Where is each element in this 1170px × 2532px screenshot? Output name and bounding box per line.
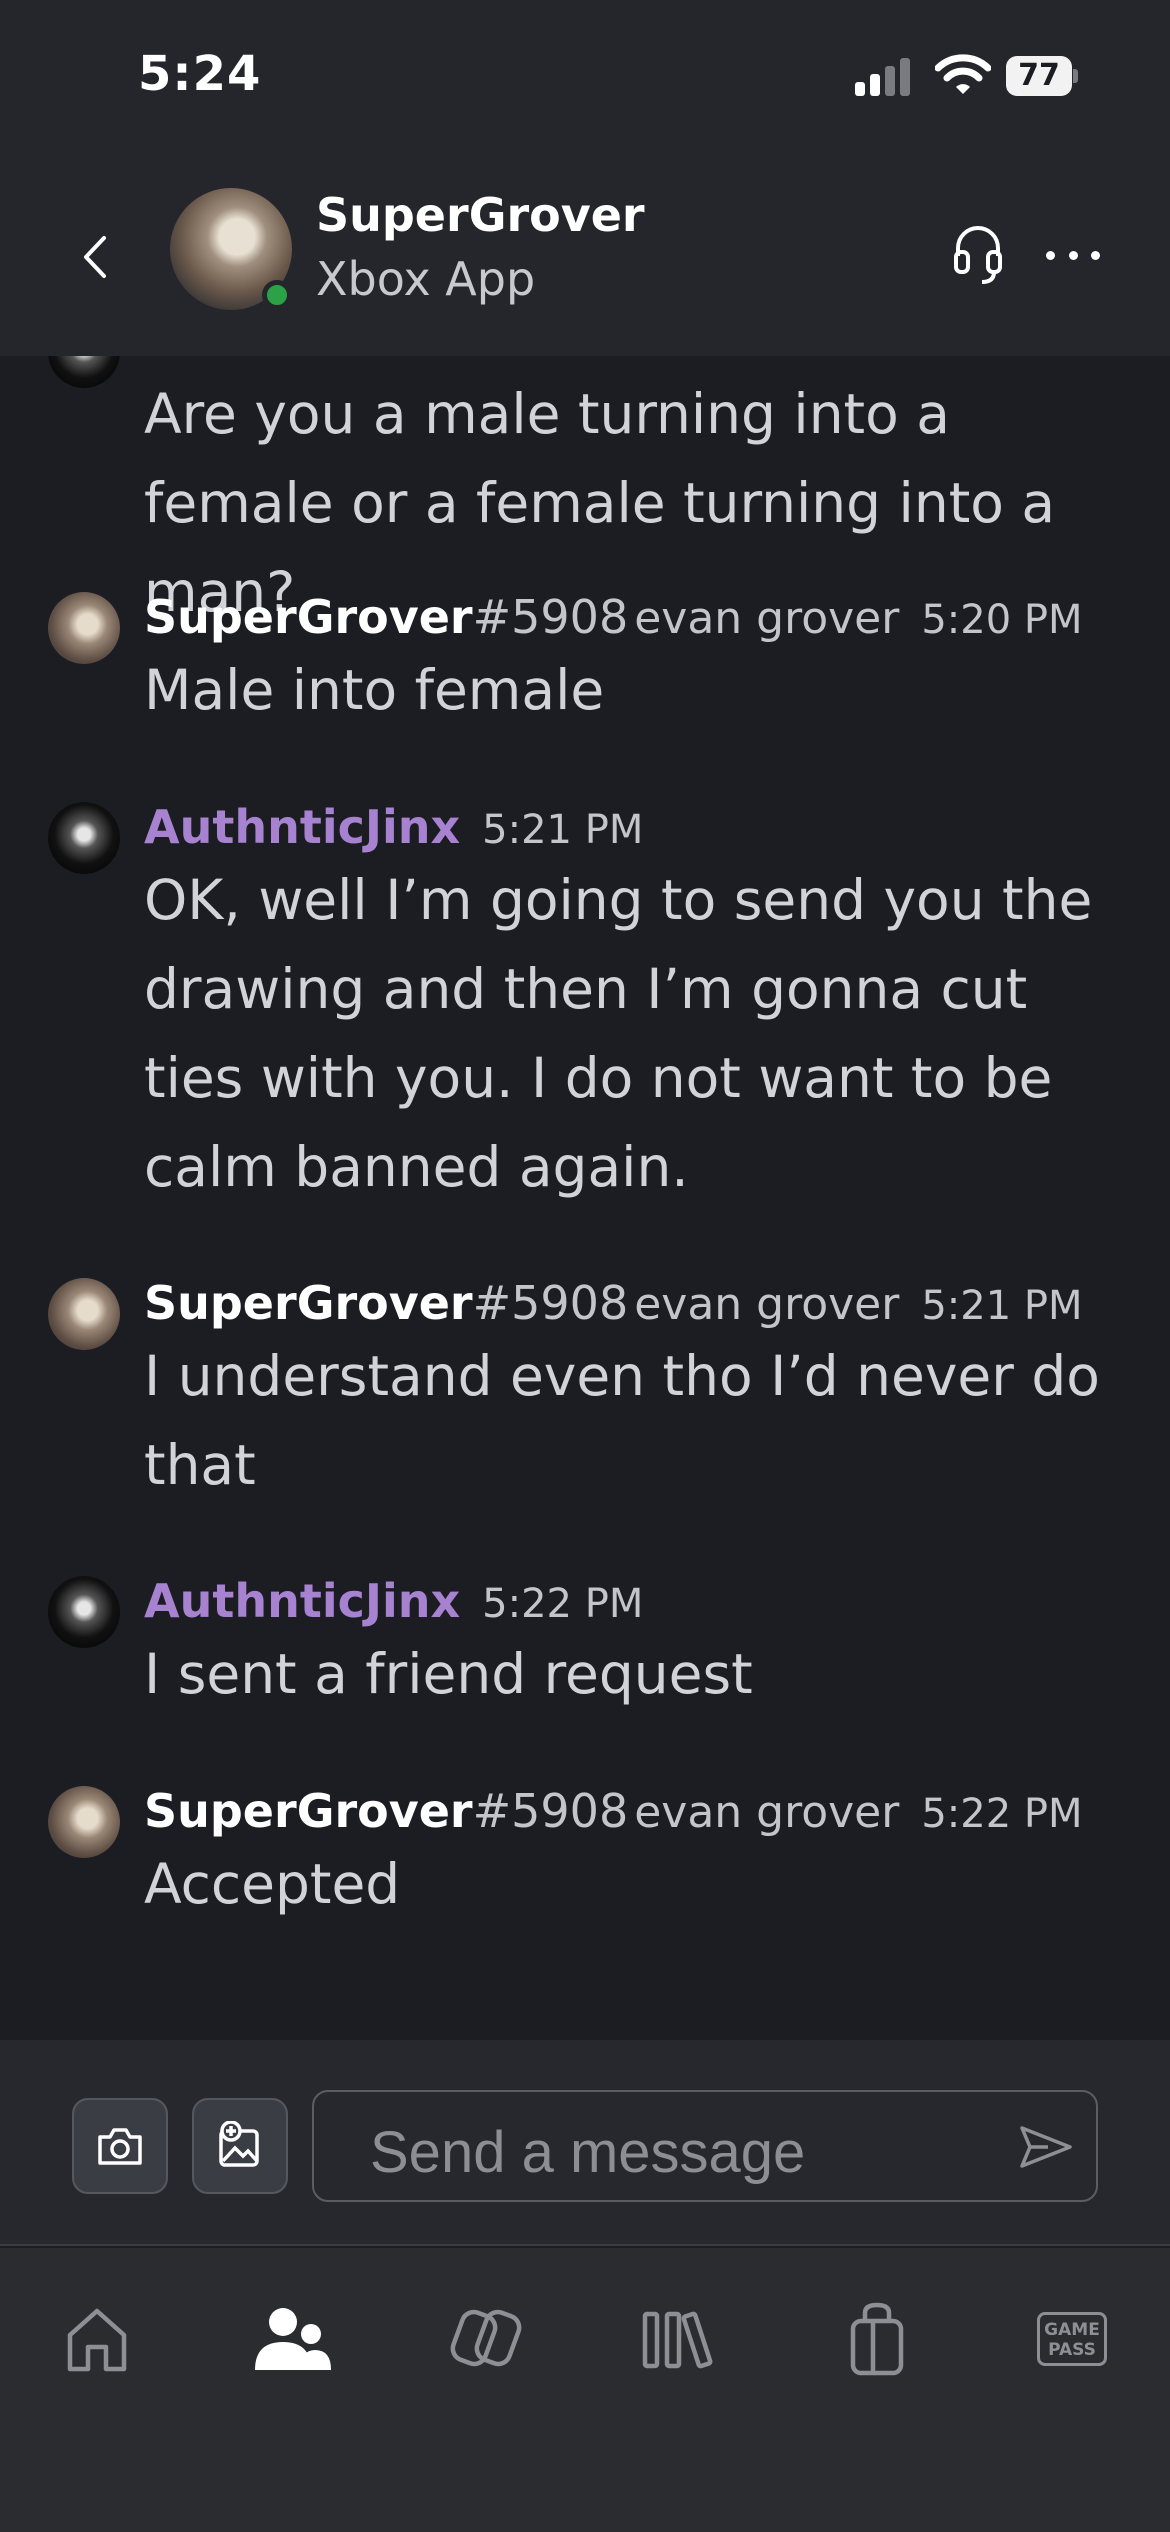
contact-subtitle: Xbox App	[316, 252, 536, 306]
message-input[interactable]	[312, 2090, 1098, 2202]
social-icon	[450, 2309, 522, 2367]
send-icon[interactable]	[1018, 2122, 1074, 2172]
status-time: 5:24	[138, 46, 262, 102]
conversation-header: SuperGrover Xbox App	[0, 160, 1170, 356]
message-time: 5:20 PM	[921, 597, 1083, 643]
gamertag-suffix: #5908	[472, 1784, 629, 1838]
add-image-icon	[219, 2121, 259, 2167]
nav-store[interactable]	[832, 2294, 922, 2384]
more-options-button[interactable]	[1046, 230, 1100, 280]
sender-avatar[interactable]	[48, 1576, 120, 1648]
add-image-button[interactable]	[192, 2098, 288, 2194]
store-icon	[850, 2302, 904, 2376]
dot-icon	[1068, 250, 1078, 260]
sender-name[interactable]: AuthnticJinx	[144, 800, 460, 854]
message-time: 5:21 PM	[921, 1283, 1083, 1329]
message-header: AuthnticJinx 5:22 PM	[144, 1574, 643, 1628]
message-body: Accepted	[144, 1852, 401, 1916]
message-body: I sent a friend request	[144, 1642, 753, 1706]
contact-name[interactable]: SuperGrover	[316, 188, 645, 242]
message-body: I understand even tho I’d never do that	[144, 1344, 1100, 1497]
status-bar: 5:24 77	[0, 0, 1170, 160]
real-name: evan grover	[634, 1787, 900, 1838]
message-header: SuperGrover#5908 evan grover 5:20 PM	[144, 590, 1083, 644]
real-name: evan grover	[634, 1279, 900, 1330]
message-header: AuthnticJinx 5:21 PM	[144, 800, 643, 854]
camera-icon	[98, 2128, 142, 2165]
sender-avatar[interactable]	[48, 802, 120, 874]
nav-social[interactable]	[442, 2294, 532, 2384]
battery-level: 77	[1006, 56, 1072, 96]
message-body: OK, well I’m going to send you the drawi…	[144, 868, 1093, 1199]
presence-online-indicator	[262, 280, 292, 310]
message-composer	[0, 2040, 1170, 2246]
battery-icon: 77	[1006, 56, 1078, 96]
message-time: 5:22 PM	[921, 1791, 1083, 1837]
gamertag-suffix: #5908	[472, 590, 629, 644]
message-list[interactable]: Are you a male turning into a female or …	[0, 356, 1170, 2040]
sender-avatar[interactable]	[48, 1786, 120, 1858]
friends-icon	[255, 2308, 331, 2370]
bottom-navigation: GAME PASS	[0, 2248, 1170, 2532]
message-header: SuperGrover#5908 evan grover 5:22 PM	[144, 1784, 1083, 1838]
message-time: 5:21 PM	[482, 807, 644, 853]
sender-avatar[interactable]	[48, 1278, 120, 1350]
message-header: SuperGrover#5908 evan grover 5:21 PM	[144, 1276, 1083, 1330]
nav-library[interactable]	[636, 2294, 726, 2384]
sender-name[interactable]: SuperGrover	[144, 1276, 473, 1330]
gamertag-suffix: #5908	[472, 1276, 629, 1330]
dot-icon	[1046, 250, 1055, 260]
library-icon	[642, 2311, 713, 2369]
wifi-icon	[935, 54, 991, 94]
game-pass-icon: GAME PASS	[1037, 2312, 1107, 2366]
sender-name[interactable]: AuthnticJinx	[144, 1574, 460, 1628]
real-name: evan grover	[634, 593, 900, 644]
nav-home[interactable]	[52, 2294, 142, 2384]
message-body: Male into female	[144, 658, 605, 722]
sender-name[interactable]: SuperGrover	[144, 590, 473, 644]
cellular-signal-icon	[855, 58, 915, 96]
message-time: 5:22 PM	[482, 1581, 644, 1627]
nav-friends[interactable]	[247, 2294, 337, 2384]
chevron-left-icon	[84, 236, 106, 278]
nav-game-pass[interactable]: GAME PASS	[1027, 2294, 1117, 2384]
back-button[interactable]	[70, 222, 120, 292]
camera-button[interactable]	[72, 2098, 168, 2194]
home-icon	[67, 2308, 127, 2372]
headset-icon[interactable]	[948, 218, 1008, 288]
dot-icon	[1091, 250, 1100, 260]
sender-avatar[interactable]	[48, 592, 120, 664]
sender-name[interactable]: SuperGrover	[144, 1784, 473, 1838]
sender-avatar[interactable]	[48, 356, 120, 388]
